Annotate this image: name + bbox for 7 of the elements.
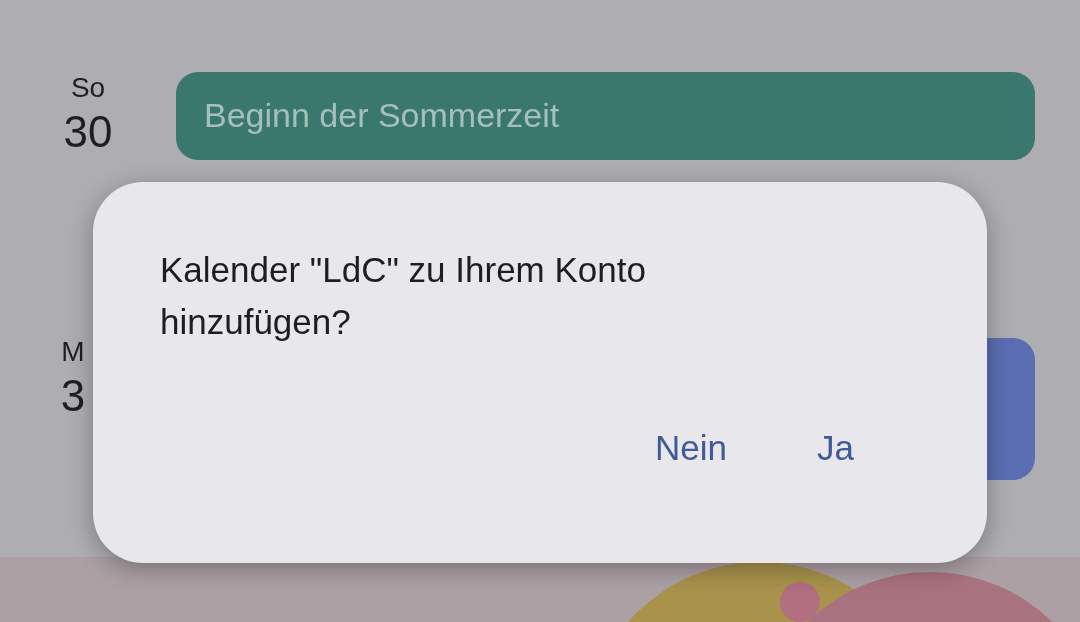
weekday-label: So: [70, 74, 106, 102]
cancel-button[interactable]: Nein: [655, 428, 728, 468]
confirm-button[interactable]: Ja: [817, 428, 854, 468]
date-number: 3: [60, 370, 86, 422]
dialog-message: Kalender "LdC" zu Ihrem Konto hinzufügen?: [160, 249, 647, 343]
weekday-label: M: [61, 338, 85, 366]
date-number: 30: [63, 106, 113, 158]
